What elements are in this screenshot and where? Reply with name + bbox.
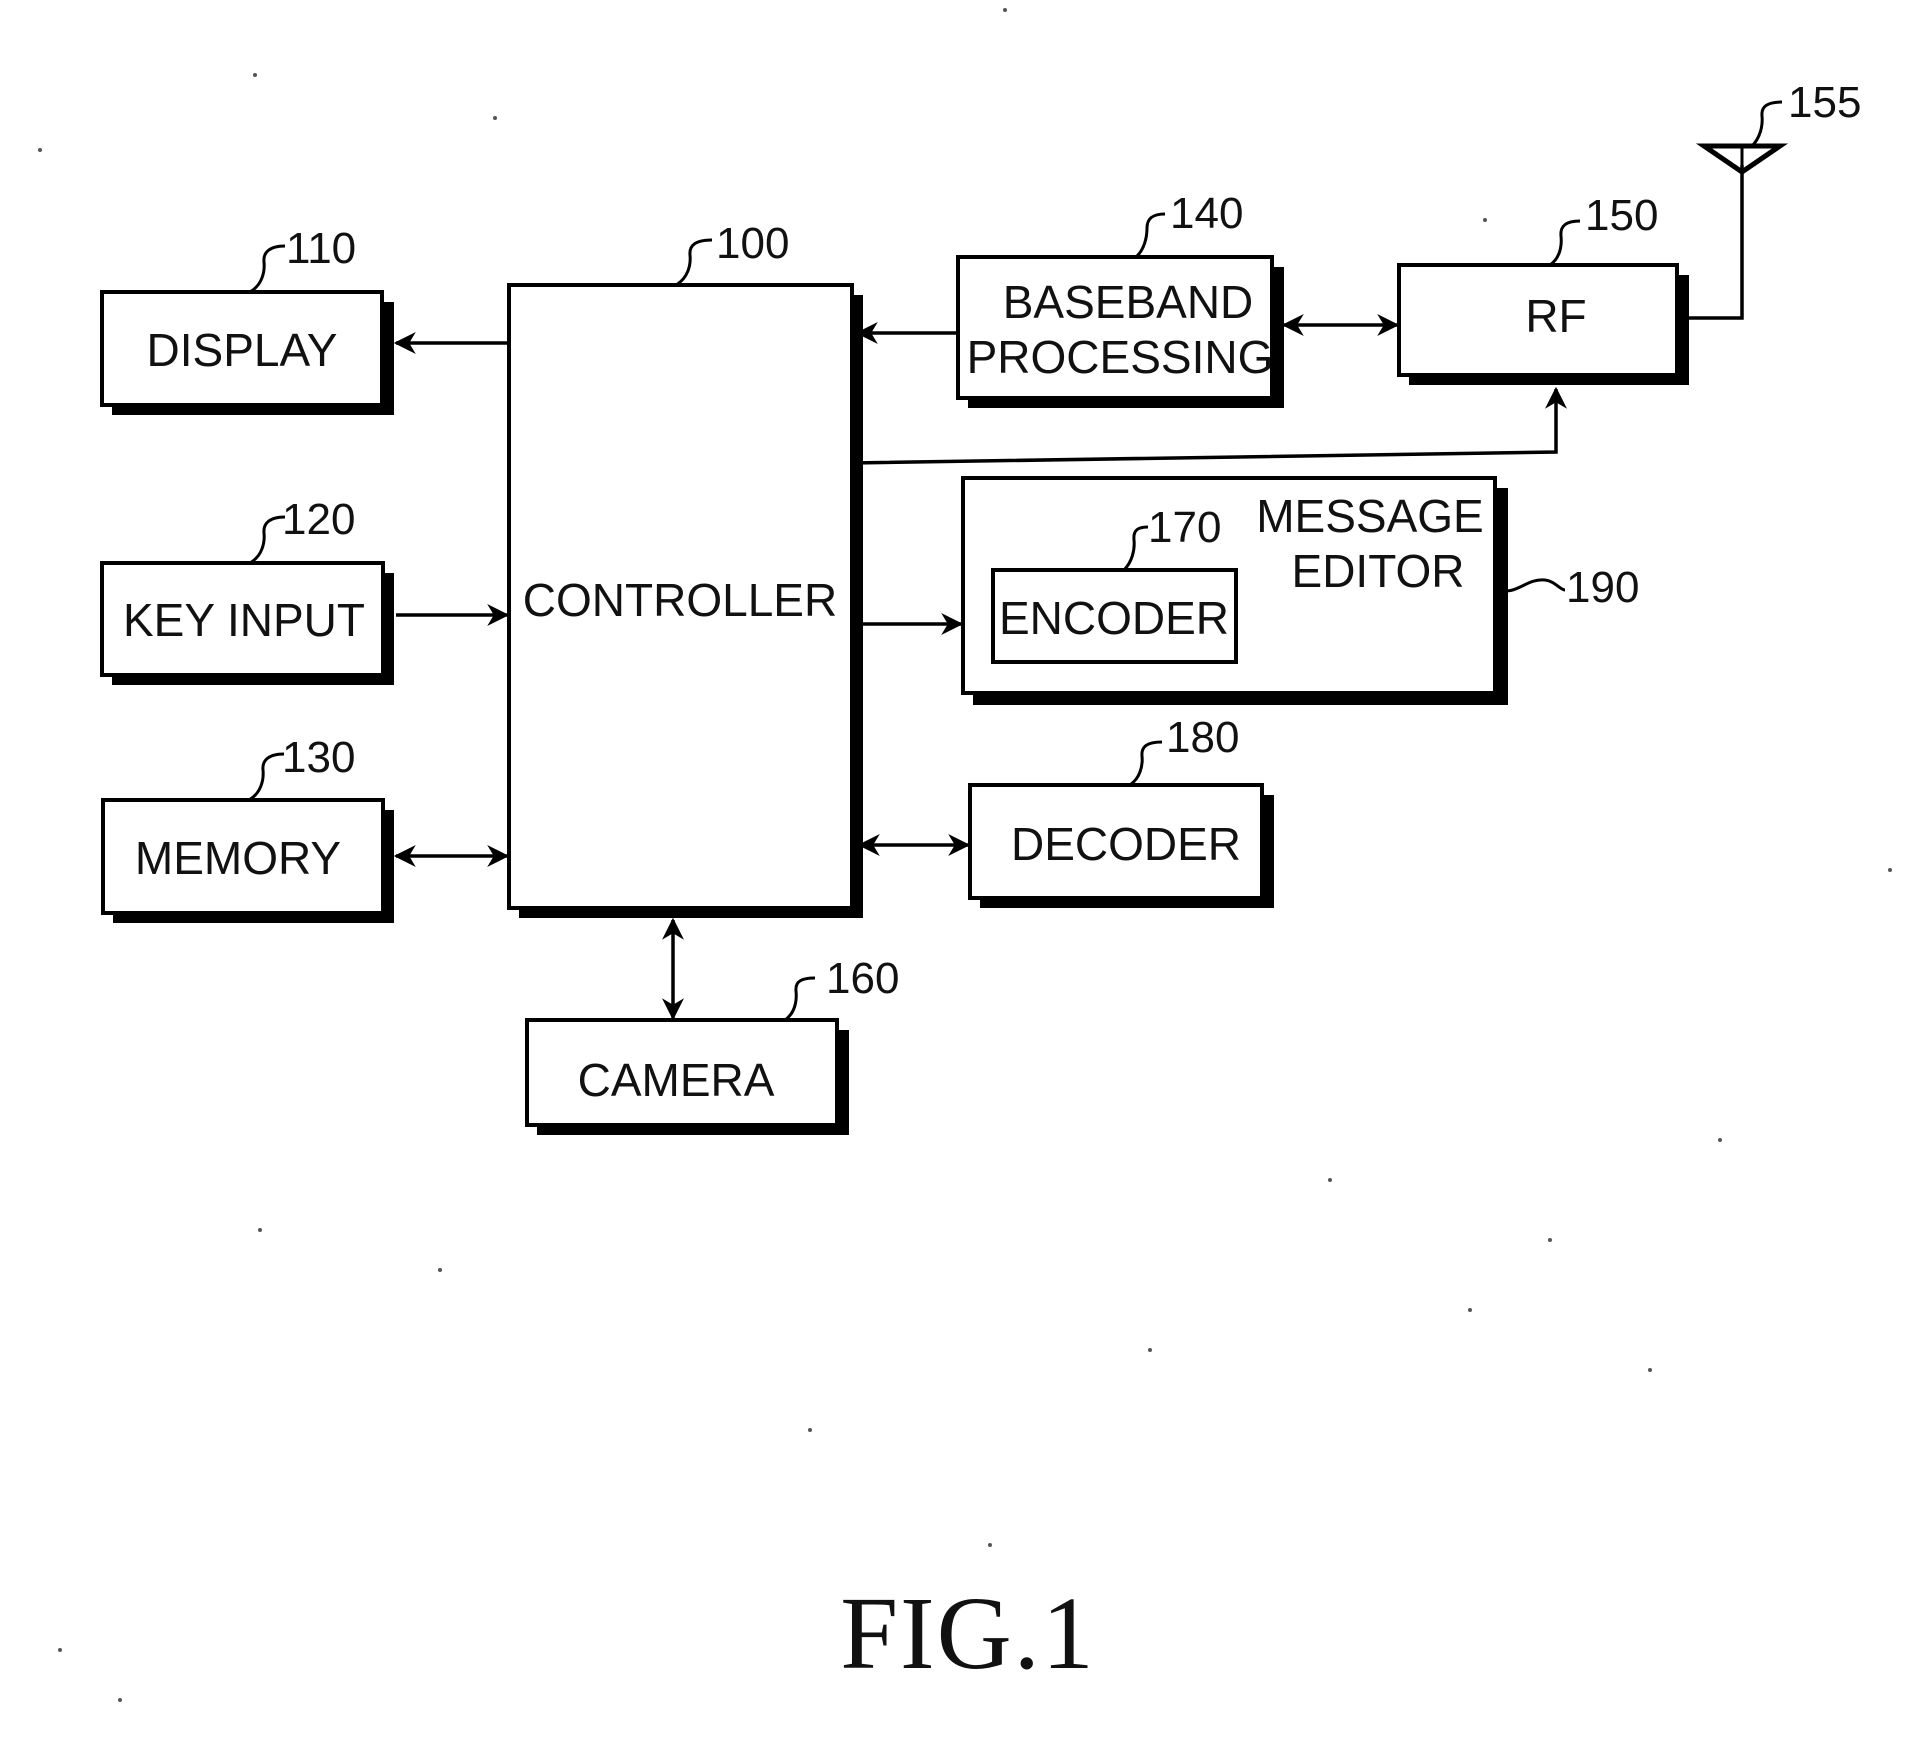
ref-170: 170 — [1148, 503, 1221, 552]
ref-130: 130 — [282, 733, 355, 782]
block-key-input: KEY INPUT — [100, 561, 394, 685]
ref-100: 100 — [716, 219, 789, 268]
block-display: DISPLAY — [100, 290, 394, 415]
ref-110: 110 — [286, 224, 356, 273]
block-encoder: ENCODER — [991, 568, 1238, 664]
message-editor-label-line2: EDITOR — [1292, 545, 1465, 597]
antenna-icon — [1695, 143, 1789, 176]
ref-120: 120 — [282, 495, 355, 544]
ref-155: 155 — [1788, 78, 1861, 127]
block-diagram: DISPLAY KEY INPUT MEMORY CONTROLLER BASE… — [38, 8, 1892, 1702]
baseband-label-line1: BASEBAND — [1003, 276, 1254, 328]
wire-rf-to-antenna — [1688, 165, 1744, 320]
decoder-label: DECODER — [1011, 818, 1241, 870]
block-baseband-processing: BASEBAND PROCESSING — [956, 255, 1284, 408]
block-controller: CONTROLLER — [507, 283, 863, 918]
memory-label: MEMORY — [135, 832, 341, 884]
ref-190: 190 — [1566, 563, 1639, 612]
ref-180: 180 — [1166, 713, 1239, 762]
ref-140: 140 — [1170, 189, 1243, 238]
ref-150: 150 — [1585, 191, 1658, 240]
message-editor-label-line1: MESSAGE — [1256, 490, 1484, 542]
block-camera: CAMERA — [525, 1018, 849, 1135]
camera-label: CAMERA — [578, 1054, 775, 1106]
key-input-label: KEY INPUT — [123, 594, 365, 646]
figure-caption: FIG.1 — [840, 1576, 1096, 1691]
rf-label: RF — [1525, 290, 1586, 342]
block-decoder: DECODER — [968, 783, 1274, 908]
block-memory: MEMORY — [101, 798, 394, 923]
block-rf: RF — [1397, 263, 1689, 385]
display-label: DISPLAY — [147, 324, 338, 376]
ref-160: 160 — [826, 954, 899, 1003]
controller-label: CONTROLLER — [523, 574, 837, 626]
baseband-label-line2: PROCESSING — [967, 331, 1274, 383]
encoder-label: ENCODER — [999, 592, 1229, 644]
